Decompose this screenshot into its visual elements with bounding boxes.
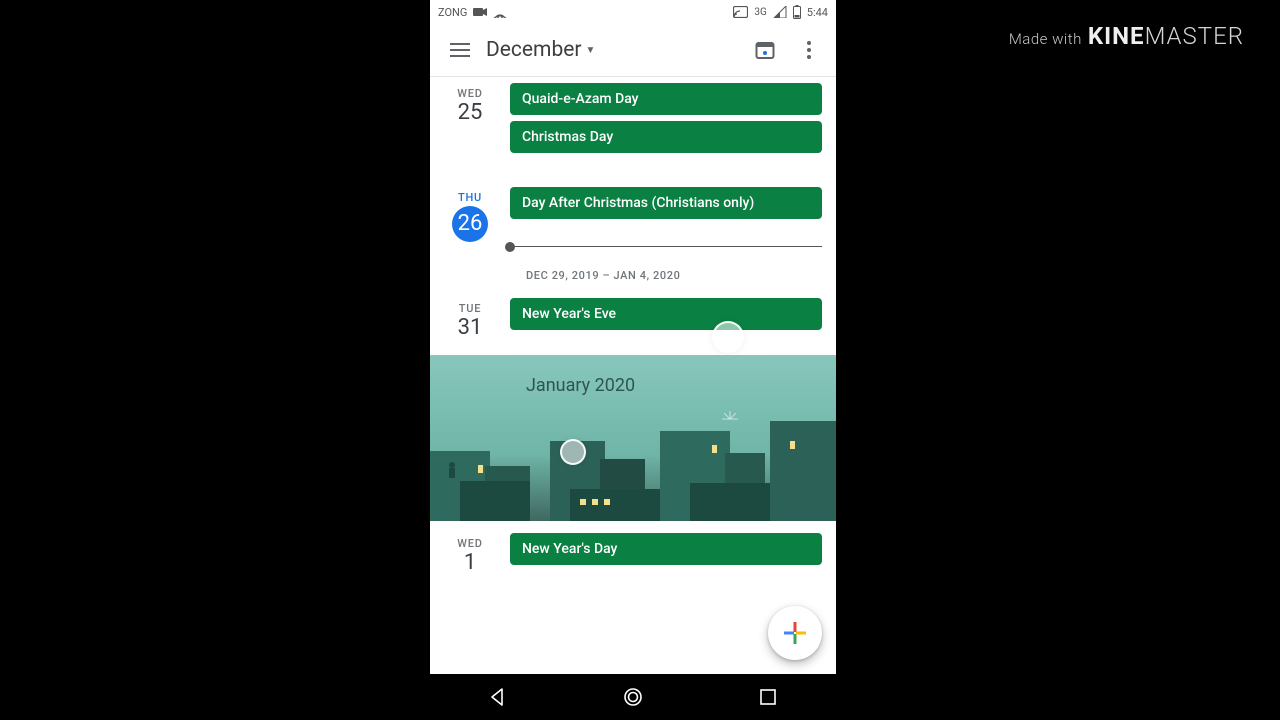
status-bar: ZONG 3G 5:44 (430, 0, 836, 24)
month-dropdown[interactable]: December ▼ (486, 38, 744, 62)
day-row: TUE 31 New Year's Eve (430, 292, 836, 339)
video-icon (473, 7, 487, 17)
android-nav-bar (430, 674, 836, 720)
day-of-week: TUE (430, 302, 510, 315)
network-type-label: 3G (754, 7, 766, 18)
overflow-menu-button[interactable] (788, 29, 830, 71)
day-row: WED 25 Quaid-e-Azam Day Christmas Day (430, 77, 836, 159)
day-of-week: WED (430, 537, 510, 550)
day-number: 1 (430, 552, 510, 574)
day-row: WED 1 New Year's Day (430, 527, 836, 574)
day-row: THU 26 Day After Christmas (Christians o… (430, 181, 836, 242)
plus-icon (782, 620, 808, 646)
month-banner: January 2020 (430, 355, 836, 521)
event-chip[interactable]: New Year's Day (510, 533, 822, 565)
day-header: WED 1 (430, 533, 510, 574)
current-time-indicator (510, 246, 822, 247)
watermark-made-text: Made with (1009, 30, 1082, 48)
recents-button[interactable] (728, 677, 808, 717)
home-button[interactable] (593, 677, 673, 717)
chevron-down-icon: ▼ (586, 45, 596, 56)
day-header: WED 25 (430, 83, 510, 159)
day-header-today: THU 26 (430, 187, 510, 242)
back-button[interactable] (458, 677, 538, 717)
create-event-fab[interactable] (768, 606, 822, 660)
day-number: 25 (430, 102, 510, 124)
day-of-week: THU (430, 191, 510, 204)
event-chip[interactable]: Day After Christmas (Christians only) (510, 187, 822, 219)
month-banner-label: January 2020 (526, 375, 635, 396)
clock-label: 5:44 (807, 6, 828, 19)
day-of-week: WED (430, 87, 510, 100)
day-number: 31 (430, 317, 510, 339)
event-chip[interactable]: Christmas Day (510, 121, 822, 153)
battery-icon (793, 5, 801, 19)
event-chip[interactable]: New Year's Eve (510, 298, 822, 330)
day-header: TUE 31 (430, 298, 510, 339)
hotspot-icon (493, 6, 507, 18)
event-chip[interactable]: Quaid-e-Azam Day (510, 83, 822, 115)
day-number: 26 (452, 206, 488, 242)
carrier-label: ZONG (438, 6, 467, 19)
cast-icon (733, 6, 748, 18)
menu-button[interactable] (440, 30, 480, 70)
loading-spinner (712, 321, 744, 353)
today-button[interactable] (744, 29, 786, 71)
cityscape-illustration (430, 411, 836, 521)
watermark-brand-kine: KINE (1088, 22, 1145, 50)
calendar-schedule-list[interactable]: WED 25 Quaid-e-Azam Day Christmas Day TH… (430, 77, 836, 674)
kinemaster-watermark: Made with KINEMASTER (1009, 22, 1244, 50)
week-range-label: DEC 29, 2019 – JAN 4, 2020 (526, 269, 836, 282)
app-bar: December ▼ (430, 24, 836, 77)
month-title: December (486, 38, 582, 62)
phone-frame: ZONG 3G 5:44 Decembe (430, 0, 836, 720)
watermark-brand-master: MASTER (1145, 22, 1244, 50)
loading-spinner (560, 439, 586, 465)
signal-icon (773, 6, 787, 18)
